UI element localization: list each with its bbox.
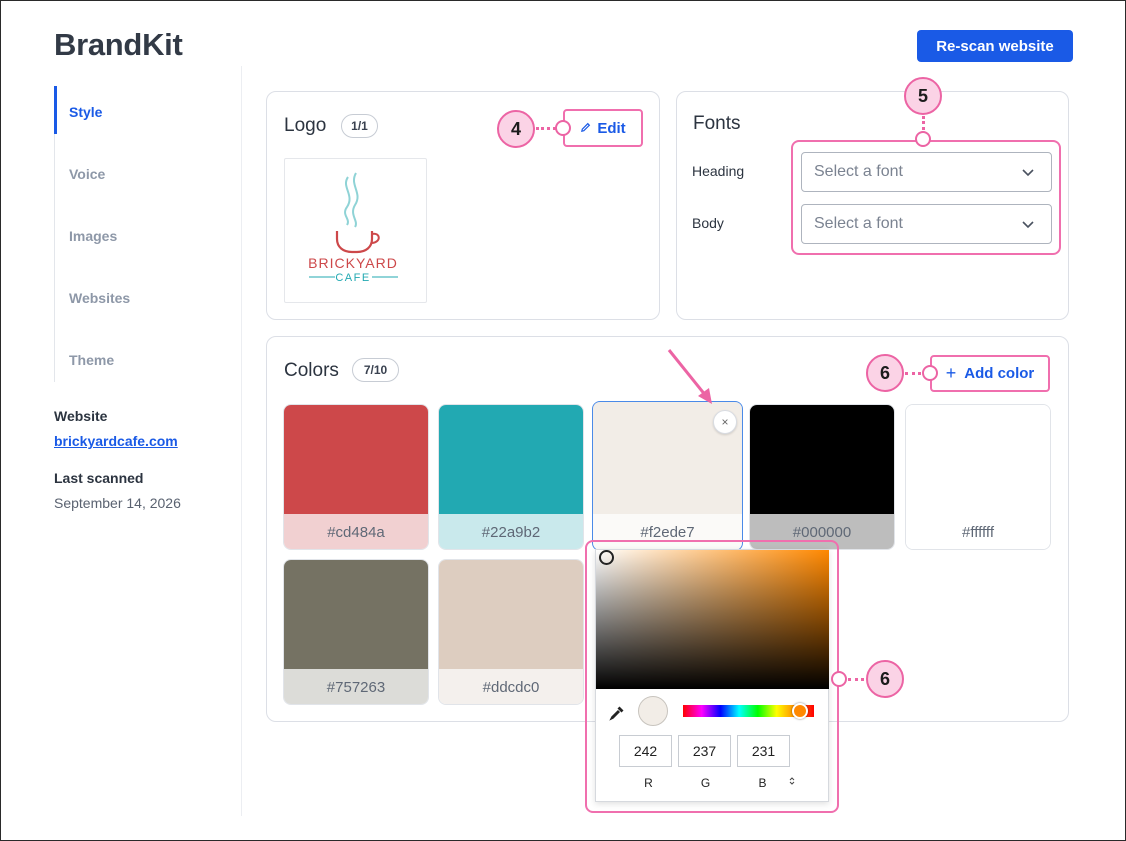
- heading-font-select[interactable]: Select a font: [801, 152, 1052, 192]
- plus-icon: +: [945, 363, 957, 383]
- sidebar-item-websites[interactable]: Websites: [69, 290, 130, 306]
- swatch-color: [439, 560, 583, 669]
- saturation-value-area[interactable]: [596, 550, 829, 689]
- add-color-label: Add color: [964, 365, 1035, 382]
- annotation-arrow: [667, 349, 712, 404]
- swatch-hex-label: #757263: [284, 669, 428, 704]
- chevron-down-icon: [1021, 165, 1035, 184]
- sidebar-item-voice[interactable]: Voice: [69, 166, 105, 182]
- last-scanned-label: Last scanned: [54, 470, 144, 486]
- last-scanned-value: September 14, 2026: [54, 495, 181, 511]
- edit-logo-button[interactable]: Edit: [563, 109, 643, 147]
- logo-brand-text: BRICKYARD: [308, 255, 398, 271]
- color-swatch[interactable]: #000000: [749, 404, 895, 550]
- callout-dot: [915, 131, 931, 147]
- body-font-placeholder: Select a font: [814, 215, 903, 232]
- callout-leader: [922, 116, 925, 130]
- color-swatch[interactable]: #cd484a: [283, 404, 429, 550]
- fonts-card-title: Fonts: [693, 113, 741, 134]
- sidebar-item-theme[interactable]: Theme: [69, 352, 114, 368]
- callout-dot: [831, 671, 847, 687]
- colors-count-badge: 7/10: [352, 358, 399, 382]
- swatch-color: [906, 405, 1050, 514]
- app-title: BrandKit: [54, 27, 183, 62]
- remove-color-button[interactable]: ×: [713, 410, 737, 434]
- green-label: G: [700, 776, 711, 790]
- red-label: R: [644, 776, 653, 790]
- saturation-handle[interactable]: [599, 550, 614, 565]
- sidebar-item-images[interactable]: Images: [69, 228, 117, 244]
- color-swatch[interactable]: #ffffff: [905, 404, 1051, 550]
- callout-5: 5: [904, 77, 942, 115]
- logo-sub-text: CAFE: [335, 272, 370, 284]
- callout-dot: [555, 120, 571, 136]
- callout-leader: [536, 127, 556, 130]
- swatch-hex-label: #cd484a: [284, 514, 428, 549]
- callout-6-picker: 6: [866, 660, 904, 698]
- blue-value-input[interactable]: 231: [737, 735, 790, 767]
- logo-card-title: Logo: [284, 115, 327, 136]
- sidebar-item-style[interactable]: Style: [69, 104, 102, 120]
- callout-4: 4: [497, 110, 535, 148]
- add-color-button[interactable]: + Add color: [930, 355, 1050, 392]
- swatch-color: [750, 405, 894, 514]
- sidebar-nav: Style Voice Images Websites Theme: [54, 86, 214, 382]
- heading-font-label: Heading: [692, 163, 745, 179]
- body-font-select[interactable]: Select a font: [801, 204, 1052, 244]
- callout-6-add-color: 6: [866, 354, 904, 392]
- hue-slider-handle[interactable]: [792, 703, 808, 719]
- green-value-input[interactable]: 237: [678, 735, 731, 767]
- nav-active-indicator: [54, 86, 57, 134]
- color-swatch[interactable]: #ddcdc0: [438, 559, 584, 705]
- red-value-input[interactable]: 242: [619, 735, 672, 767]
- colors-card-title: Colors: [284, 360, 339, 381]
- swatch-hex-label: #22a9b2: [439, 514, 583, 549]
- blue-label: B: [758, 776, 767, 790]
- color-picker-popover: 242 237 231 R G B: [595, 549, 829, 802]
- edit-label: Edit: [597, 119, 626, 137]
- callout-leader: [905, 372, 921, 375]
- logo-count-badge: 1/1: [341, 114, 378, 138]
- color-swatch[interactable]: #757263: [283, 559, 429, 705]
- swatch-hex-label: #ffffff: [906, 514, 1050, 549]
- website-label: Website: [54, 408, 108, 424]
- rescan-website-button[interactable]: Re-scan website: [917, 30, 1073, 62]
- brand-logo[interactable]: BRICKYARD CAFE: [284, 158, 427, 303]
- pencil-icon: [580, 120, 591, 137]
- website-link[interactable]: brickyardcafe.com: [54, 433, 178, 449]
- callout-dot: [922, 365, 938, 381]
- color-preview-swatch: [638, 696, 668, 726]
- callout-leader: [848, 678, 864, 681]
- swatch-hex-label: #ddcdc0: [439, 669, 583, 704]
- swatch-color: [439, 405, 583, 514]
- swatch-color: [284, 560, 428, 669]
- color-swatch[interactable]: #22a9b2: [438, 404, 584, 550]
- eyedropper-icon[interactable]: [609, 705, 625, 726]
- body-font-label: Body: [692, 215, 724, 231]
- heading-font-placeholder: Select a font: [814, 163, 903, 180]
- chevron-down-icon: [1021, 217, 1035, 236]
- sidebar-divider: [241, 66, 242, 816]
- color-mode-toggle-icon[interactable]: [789, 776, 795, 789]
- swatch-color: [284, 405, 428, 514]
